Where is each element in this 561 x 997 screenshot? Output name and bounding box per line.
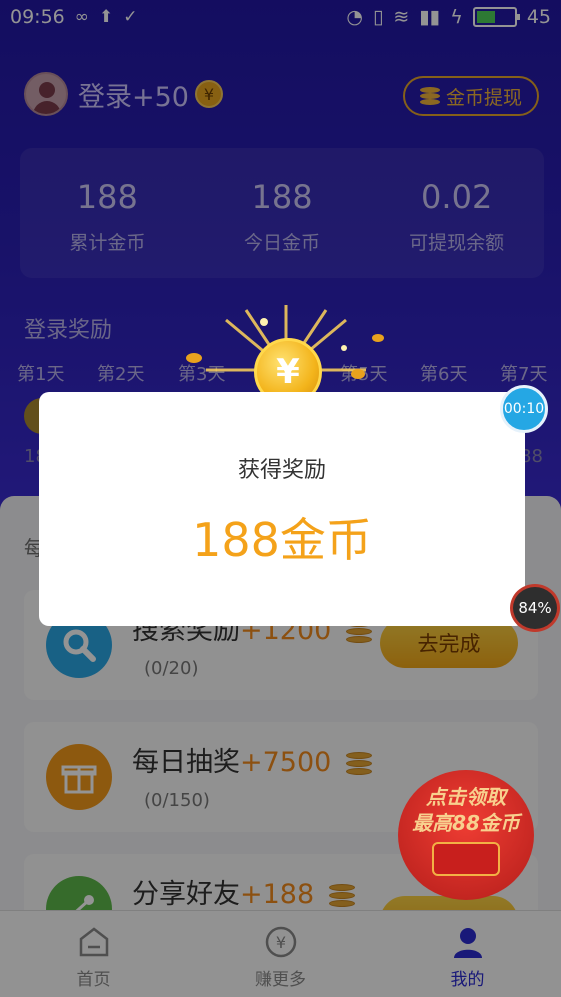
- countdown-timer[interactable]: 00:10: [500, 385, 548, 433]
- promo-text: 点击领取 最高88金币: [412, 785, 520, 835]
- claim-bonus-button[interactable]: 点击领取 最高88金币: [398, 770, 534, 900]
- dialog-title: 获得奖励: [237, 458, 326, 483]
- progress-percent-badge[interactable]: 84%: [510, 584, 560, 632]
- reward-amount: 188金币: [192, 513, 372, 567]
- reward-dialog: 获得奖励 188金币: [39, 392, 525, 626]
- screen: 09:56 ∞ ⬆ ✓ ◔ ▯ ≋ ▮▮ ϟ 45 登录+50 ¥ 金币提现 1…: [0, 0, 561, 997]
- red-envelope-icon: [432, 842, 500, 876]
